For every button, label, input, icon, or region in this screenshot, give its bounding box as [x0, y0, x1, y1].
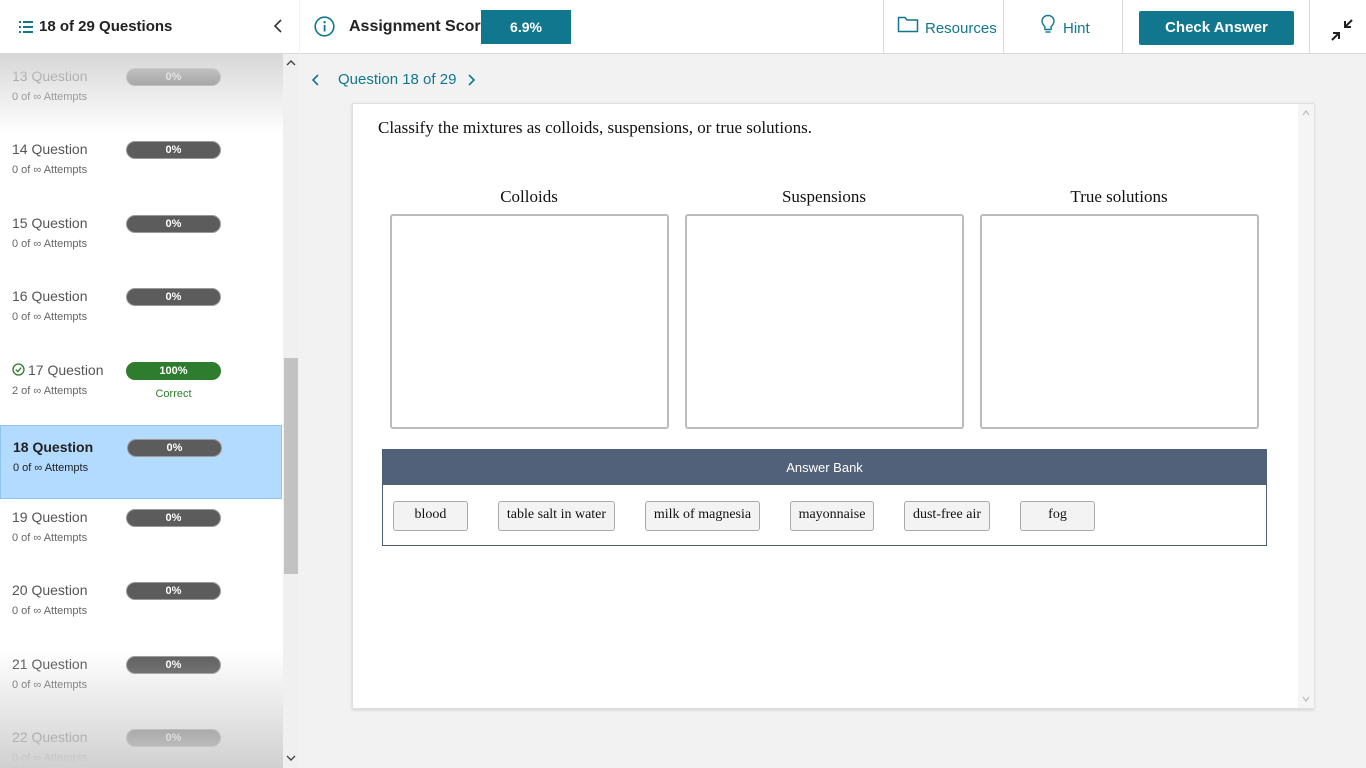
- question-status: Correct: [155, 388, 192, 400]
- check-answer-button[interactable]: Check Answer: [1139, 11, 1294, 45]
- question-score-bar: 0%: [126, 215, 221, 233]
- scrollbar-thumb[interactable]: [284, 358, 298, 574]
- divider: [1003, 0, 1004, 54]
- next-question-icon[interactable]: [465, 72, 477, 88]
- drop-zone-colloids[interactable]: [390, 214, 669, 429]
- bin-title-suspensions: Suspensions: [781, 187, 867, 206]
- question-item-21[interactable]: 21 Question 0 of ∞ Attempts 0%: [0, 642, 282, 716]
- answer-chip[interactable]: mayonnaise: [790, 501, 874, 531]
- question-sidebar: 18 of 29 Questions 13 Question 0 of ∞ At…: [0, 0, 299, 768]
- scroll-down-icon[interactable]: [286, 753, 296, 763]
- assignment-score-value: 6.9%: [481, 10, 571, 44]
- question-attempts: 0 of ∞ Attempts: [12, 752, 88, 764]
- collapse-sidebar-icon[interactable]: [270, 17, 286, 35]
- drop-zone-true-solutions[interactable]: [980, 214, 1259, 429]
- question-score-bar: 0%: [127, 439, 222, 457]
- answer-chip[interactable]: blood: [393, 501, 468, 531]
- question-title: 19 Question: [12, 509, 88, 525]
- question-item-20[interactable]: 20 Question 0 of ∞ Attempts 0%: [0, 568, 282, 642]
- hint-label: Hint: [1063, 20, 1090, 37]
- minimize-icon[interactable]: [1329, 17, 1355, 43]
- question-card: Classify the mixtures as colloids, suspe…: [352, 103, 1314, 709]
- question-attempts: 2 of ∞ Attempts: [12, 385, 88, 397]
- answer-bank-title: Answer Bank: [383, 450, 1266, 485]
- question-title: 17 Question: [28, 362, 104, 378]
- question-title: 14 Question: [12, 141, 88, 157]
- question-score-bar: 0%: [126, 656, 221, 674]
- question-title: 13 Question: [12, 68, 88, 84]
- question-item-16[interactable]: 16 Question 0 of ∞ Attempts 0%: [0, 274, 282, 348]
- answer-chip[interactable]: dust-free air: [904, 501, 990, 531]
- question-title: 20 Question: [12, 582, 88, 598]
- drop-zone-suspensions[interactable]: [685, 214, 964, 429]
- lightbulb-icon: [1041, 14, 1055, 33]
- question-score-bar: 0%: [126, 729, 221, 747]
- question-title: 15 Question: [12, 215, 88, 231]
- question-attempts: 0 of ∞ Attempts: [12, 679, 88, 691]
- question-attempts: 0 of ∞ Attempts: [12, 164, 88, 176]
- question-title: 21 Question: [12, 656, 88, 672]
- previous-question-icon[interactable]: [310, 72, 322, 88]
- question-title: 16 Question: [12, 288, 88, 304]
- top-bar: Assignment Score: 6.9% Resources Hint Ch…: [300, 0, 1366, 54]
- question-score-bar: 0%: [126, 582, 221, 600]
- question-score-bar: 0%: [126, 509, 221, 527]
- question-attempts: 0 of ∞ Attempts: [12, 238, 88, 250]
- info-icon[interactable]: [314, 16, 335, 37]
- question-item-15[interactable]: 15 Question 0 of ∞ Attempts 0%: [0, 201, 282, 275]
- bin-title-true-solutions: True solutions: [1070, 187, 1168, 206]
- question-title: 18 Question: [13, 439, 94, 455]
- question-attempts: 0 of ∞ Attempts: [13, 462, 89, 474]
- divider: [1309, 0, 1310, 54]
- scroll-up-icon[interactable]: [1302, 109, 1310, 117]
- question-item-14[interactable]: 14 Question 0 of ∞ Attempts 0%: [0, 127, 282, 201]
- question-item-17[interactable]: 17 Question 2 of ∞ Attempts 100% Correct: [0, 348, 282, 422]
- divider: [1122, 0, 1123, 54]
- question-attempts: 0 of ∞ Attempts: [12, 91, 88, 103]
- check-circle-icon: [12, 363, 25, 376]
- question-attempts: 0 of ∞ Attempts: [12, 311, 88, 323]
- bin-title-colloids: Colloids: [500, 187, 558, 206]
- question-title-row: 17 Question: [12, 362, 104, 378]
- question-title: 22 Question: [12, 729, 88, 745]
- list-icon: [19, 21, 33, 33]
- question-list: 13 Question 0 of ∞ Attempts 0% 14 Questi…: [0, 54, 283, 768]
- resources-label: Resources: [925, 20, 997, 37]
- question-item-19[interactable]: 19 Question 0 of ∞ Attempts 0%: [0, 495, 282, 569]
- sidebar-title[interactable]: 18 of 29 Questions: [39, 18, 172, 35]
- question-attempts: 0 of ∞ Attempts: [12, 605, 88, 617]
- scroll-down-icon[interactable]: [1302, 695, 1310, 703]
- question-score-bar: 0%: [126, 288, 221, 306]
- card-scrollbar[interactable]: [1298, 104, 1314, 708]
- folder-icon: [897, 16, 919, 33]
- answer-chip[interactable]: milk of magnesia: [645, 501, 760, 531]
- question-item-22[interactable]: 22 Question 0 of ∞ Attempts 0%: [0, 715, 282, 768]
- sidebar-scrollbar[interactable]: [283, 54, 299, 768]
- sidebar-header: 18 of 29 Questions: [0, 0, 299, 54]
- question-item-13[interactable]: 13 Question 0 of ∞ Attempts 0%: [0, 54, 282, 128]
- question-attempts: 0 of ∞ Attempts: [12, 532, 88, 544]
- question-score-bar: 100%: [126, 362, 221, 380]
- divider: [883, 0, 884, 54]
- answer-chip[interactable]: fog: [1020, 501, 1095, 531]
- scroll-up-icon[interactable]: [286, 58, 296, 68]
- assignment-score-label: Assignment Score:: [349, 18, 495, 35]
- question-nav-label: Question 18 of 29: [338, 71, 457, 88]
- question-score-bar: 0%: [126, 141, 221, 159]
- answer-bank: Answer Bank blood table salt in water mi…: [382, 449, 1267, 546]
- question-prompt: Classify the mixtures as colloids, suspe…: [378, 118, 812, 137]
- question-score-bar: 0%: [126, 68, 221, 86]
- question-item-18[interactable]: 18 Question 0 of ∞ Attempts 0%: [0, 425, 282, 499]
- answer-chip[interactable]: table salt in water: [498, 501, 615, 531]
